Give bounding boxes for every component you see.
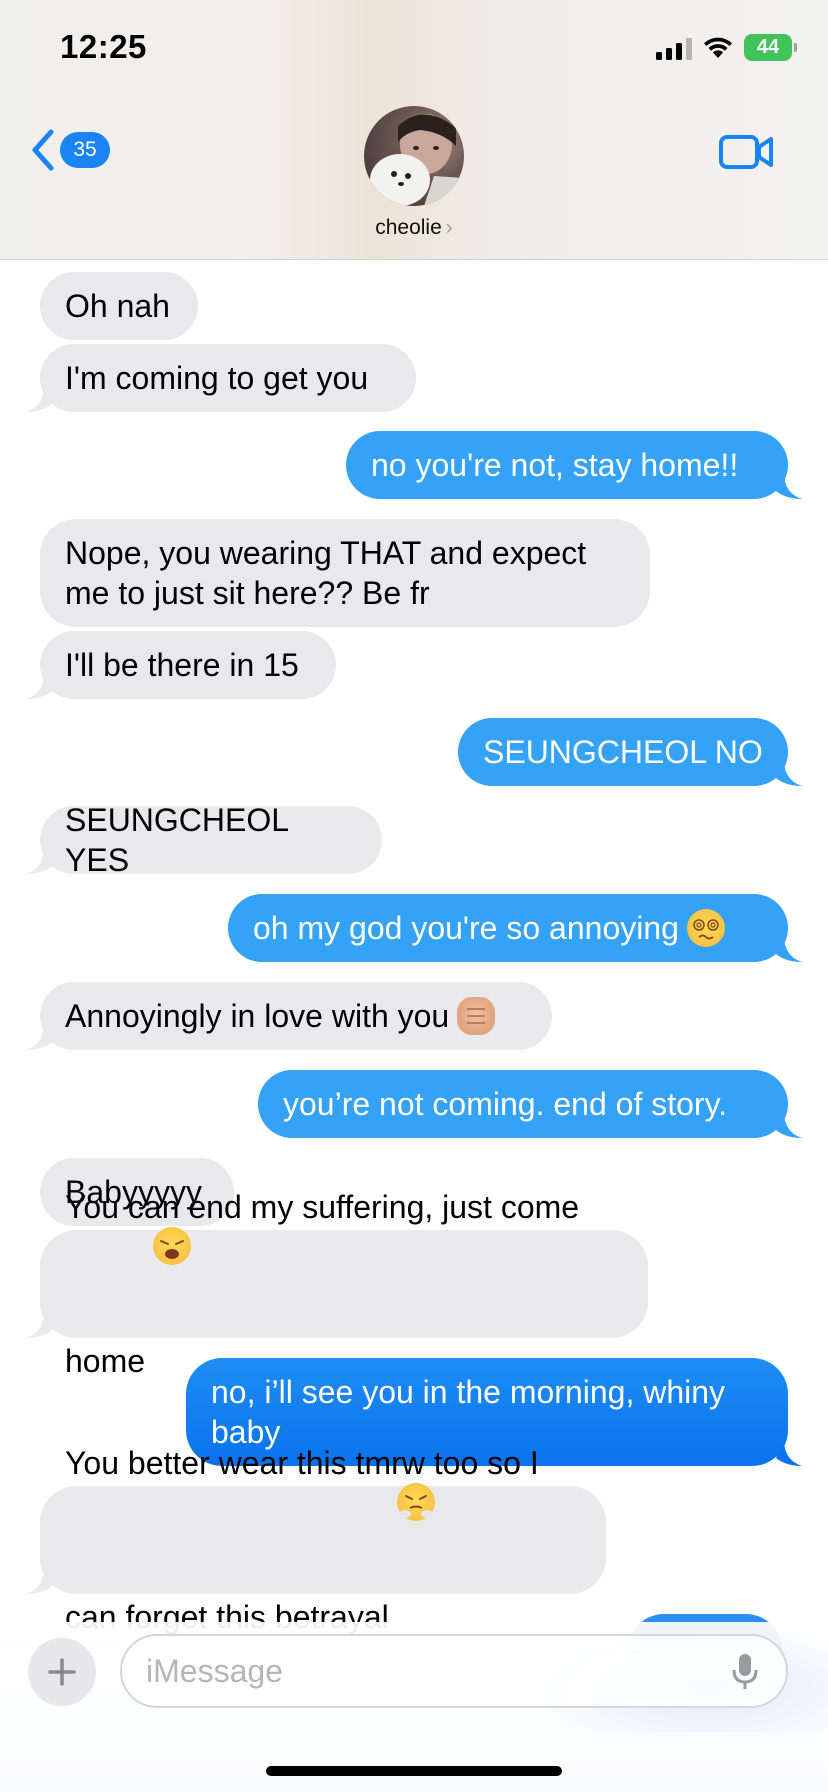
message-row: You better wear this tmrw too so I can f… <box>0 1445 828 1635</box>
message-composer <box>0 1622 828 1792</box>
received-bubble[interactable]: You can end my suffering, just come home <box>40 1189 648 1379</box>
message-row: no you're not, stay home!! <box>0 431 828 499</box>
cellular-signal-icon <box>656 36 692 60</box>
weary-face-icon <box>153 1227 192 1265</box>
message-row: I'll be there in 15 <box>0 631 828 699</box>
message-text: Oh nah <box>65 288 170 324</box>
message-text: SEUNGCHEOL YES <box>65 802 297 878</box>
received-bubble[interactable]: Oh nah <box>40 272 198 340</box>
contact-name-button[interactable]: cheolie › <box>0 216 828 240</box>
received-bubble[interactable]: Nope, you wearing THAT and expect me to … <box>40 519 650 627</box>
sent-bubble[interactable]: no you're not, stay home!! <box>346 431 788 499</box>
sent-bubble[interactable]: you’re not coming. end of story. <box>258 1070 788 1138</box>
video-camera-icon <box>719 135 773 169</box>
facetime-video-button[interactable] <box>718 132 774 177</box>
message-row: Nope, you wearing THAT and expect me to … <box>0 519 828 627</box>
microphone-icon <box>732 1654 758 1689</box>
battery-icon: 44 <box>744 34 797 61</box>
face-with-steam-icon <box>396 1483 435 1521</box>
received-bubble[interactable]: Annoyingly in love with you <box>40 982 552 1050</box>
message-text: no you're not, stay home!! <box>371 447 739 483</box>
dictation-button[interactable] <box>730 1652 760 1697</box>
avatar-photo <box>370 114 464 206</box>
imessage-input[interactable] <box>120 1634 788 1708</box>
received-bubble[interactable]: You better wear this tmrw too so I can f… <box>40 1445 606 1635</box>
add-attachment-button[interactable] <box>28 1638 96 1706</box>
message-text: oh my god you're so annoying <box>253 910 679 946</box>
message-row: oh my god you're so annoying <box>0 894 828 962</box>
message-row: SEUNGCHEOL NO <box>0 718 828 786</box>
message-text: you’re not coming. end of story. <box>283 1086 728 1122</box>
received-bubble[interactable]: I'll be there in 15 <box>40 631 336 699</box>
received-bubble[interactable]: I'm coming to get you <box>40 344 416 412</box>
status-indicators: 44 <box>656 34 797 61</box>
message-row: you’re not coming. end of story. <box>0 1070 828 1138</box>
chevron-left-icon <box>32 129 54 171</box>
received-bubble[interactable]: SEUNGCHEOL YES <box>40 802 382 878</box>
message-row: Annoyingly in love with you <box>0 982 828 1050</box>
message-row: I'm coming to get you <box>0 344 828 412</box>
status-time: 12:25 <box>60 28 147 65</box>
message-text: SEUNGCHEOL NO <box>483 734 763 770</box>
oncoming-fist-icon <box>457 997 496 1035</box>
message-row: Oh nah <box>0 272 828 340</box>
message-text: I'll be there in 15 <box>65 647 299 683</box>
message-text: Nope, you wearing THAT and expect me to … <box>65 535 596 611</box>
messages-screen: 12:25 44 35 cheolie › Oh nah I'm coming … <box>0 0 828 1792</box>
plus-icon <box>48 1658 76 1686</box>
message-text: Annoyingly in love with you <box>65 998 450 1034</box>
conversation-header: 12:25 44 35 cheolie › <box>0 0 828 260</box>
sent-bubble[interactable]: oh my god you're so annoying <box>228 894 788 962</box>
message-text: I'm coming to get you <box>65 360 369 396</box>
unread-count-badge: 35 <box>60 132 110 168</box>
contact-name: cheolie <box>375 216 442 239</box>
message-row: You can end my suffering, just come home <box>0 1189 828 1379</box>
message-row: SEUNGCHEOL YES <box>0 802 828 878</box>
message-text: You can end my suffering, just come home <box>65 1189 588 1379</box>
message-text: You better wear this tmrw too so I can f… <box>65 1445 548 1635</box>
home-indicator[interactable] <box>266 1766 562 1776</box>
back-button[interactable]: 35 <box>30 128 110 172</box>
wifi-icon <box>704 37 732 58</box>
contact-avatar[interactable] <box>364 106 464 206</box>
message-thread[interactable]: Oh nah I'm coming to get you no you're n… <box>0 260 828 1635</box>
chevron-right-icon: › <box>445 216 453 239</box>
message-text: no, i’ll see you in the morning, whiny b… <box>211 1374 734 1450</box>
sent-bubble[interactable]: SEUNGCHEOL NO <box>458 718 788 786</box>
face-with-spiral-eyes-icon <box>686 909 725 947</box>
